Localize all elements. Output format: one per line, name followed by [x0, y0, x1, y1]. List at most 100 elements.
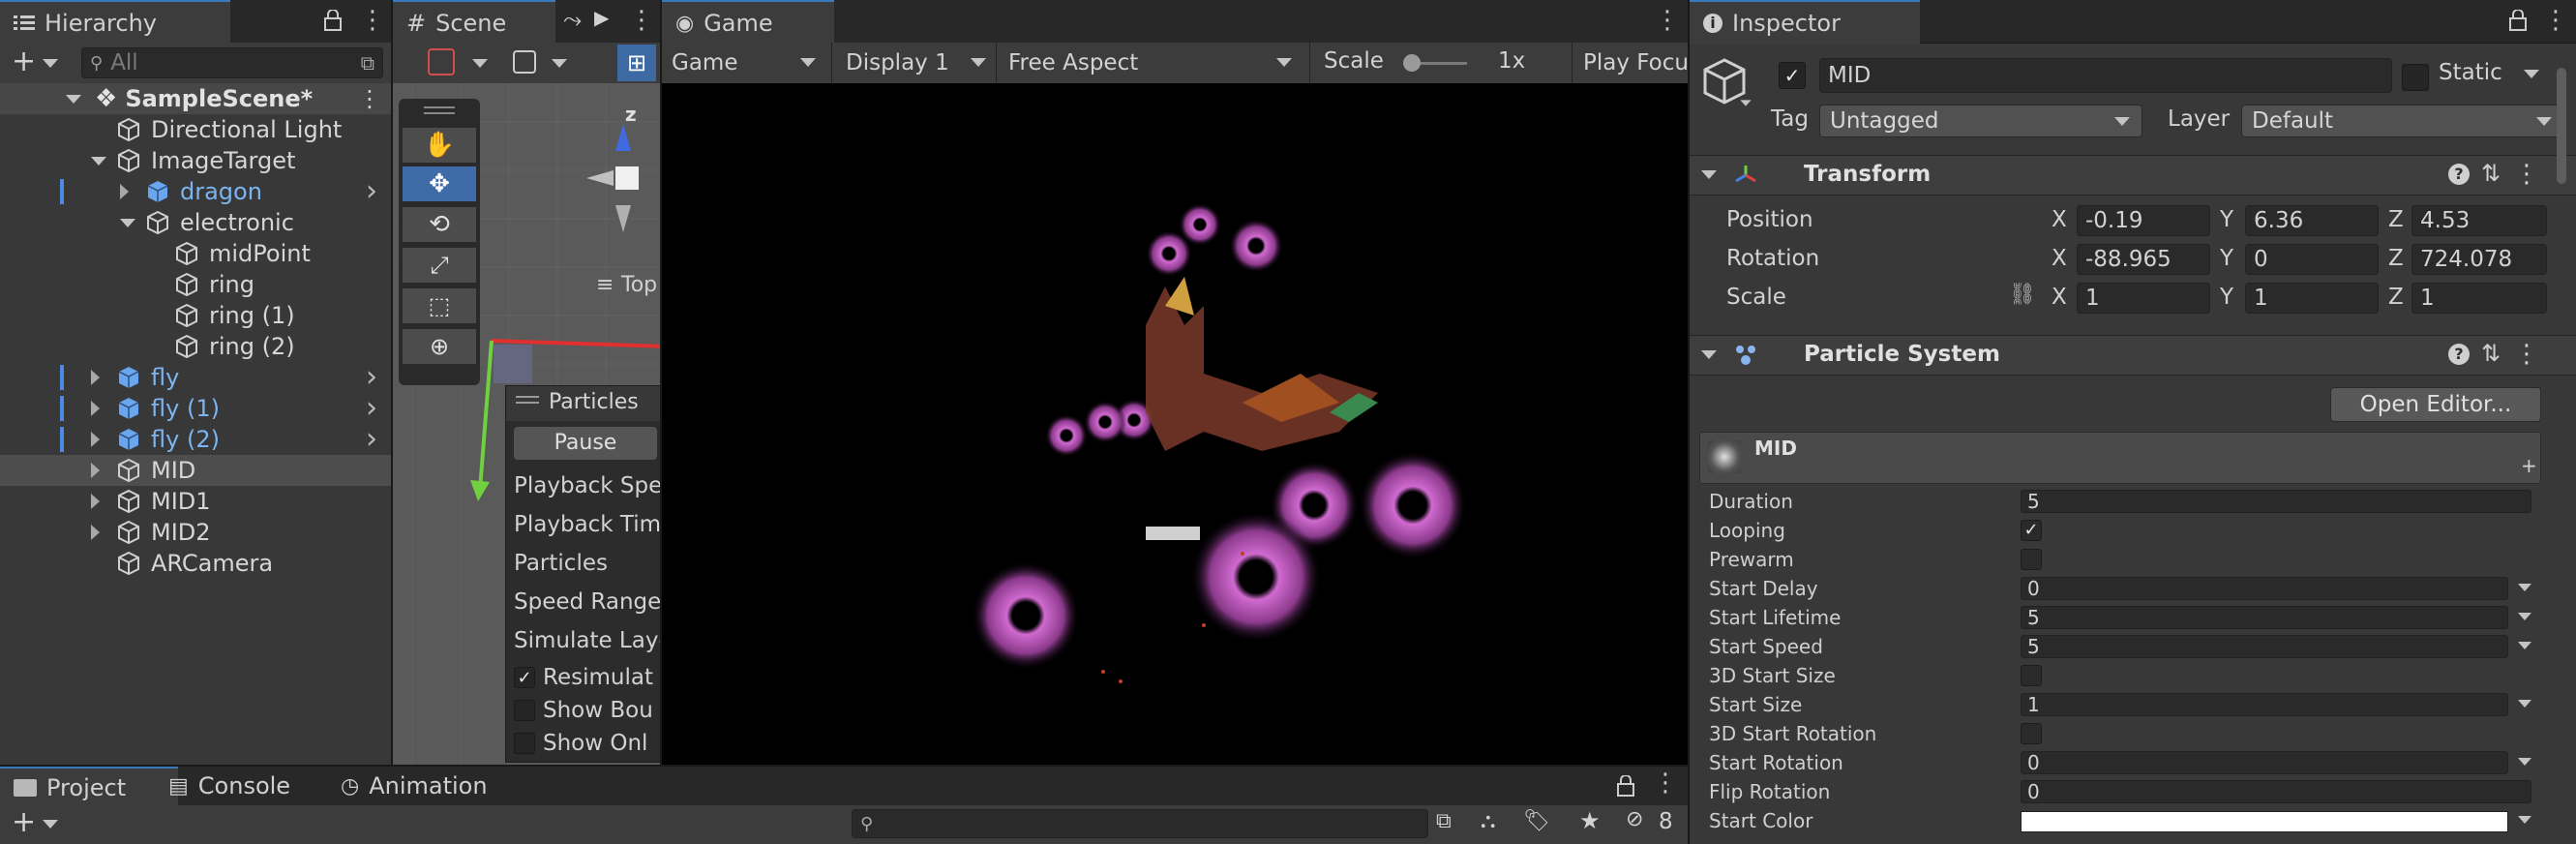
rotation-z-field[interactable]: 724.078	[2411, 244, 2547, 275]
duration-field[interactable]: 5	[2021, 490, 2531, 513]
overlay-header[interactable]: Particles	[506, 386, 660, 421]
grid-snap-icon[interactable]: ⊞	[617, 45, 656, 81]
expand-icon[interactable]	[91, 370, 100, 385]
add-module-icon[interactable]: +	[2521, 454, 2537, 477]
hierarchy-item[interactable]: electronic	[0, 207, 391, 238]
curve-dropdown-icon[interactable]	[2518, 758, 2531, 766]
search-filter-icon[interactable]: ⧉	[361, 51, 374, 75]
tab-project[interactable]: Project	[0, 767, 178, 807]
expand-icon[interactable]	[66, 94, 81, 104]
pause-button[interactable]: Pause	[514, 427, 657, 460]
start-delay-label[interactable]: Start Delay	[1709, 577, 1818, 600]
hierarchy-item[interactable]: fly (1) ›	[0, 391, 391, 425]
start-size-3d-label[interactable]: 3D Start Size	[1709, 664, 1836, 687]
start-lifetime-field[interactable]: 5	[2021, 606, 2508, 629]
project-search[interactable]: ⚲	[852, 809, 1428, 838]
show-only-toggle[interactable]: Show Onl	[514, 731, 647, 756]
game-viewport[interactable]	[662, 83, 1688, 765]
add-button[interactable]: +	[12, 45, 36, 78]
curve-dropdown-icon[interactable]	[2518, 584, 2531, 591]
add-asset-button[interactable]: +	[12, 805, 36, 839]
position-label[interactable]: Position	[1726, 207, 1813, 232]
hidden-packages-icon[interactable]: ⊘	[1626, 807, 1643, 831]
filter-by-label-icon[interactable]: 🏷	[1523, 809, 1550, 833]
chevron-right-icon[interactable]: ›	[366, 422, 377, 456]
scale-slider[interactable]	[1403, 54, 1467, 72]
scale-tool-icon[interactable]: ⤢	[403, 248, 476, 283]
expand-icon[interactable]	[120, 184, 129, 199]
static-dropdown-icon[interactable]	[2524, 70, 2539, 78]
start-rotation-label[interactable]: Start Rotation	[1709, 751, 1843, 774]
scene-menu-icon[interactable]: ⋮	[358, 85, 381, 112]
hierarchy-item[interactable]: MID	[0, 455, 391, 486]
tab-scene[interactable]: # Scene	[393, 0, 555, 45]
scene-viewport[interactable]: ✋ ✥ ⟲ ⤢ ⬚ ⊕ z ≡ Top Particles Pause Play…	[393, 83, 660, 765]
hierarchy-item[interactable]: fly (2) ›	[0, 422, 391, 456]
checkbox[interactable]	[514, 733, 535, 754]
game-menu-icon[interactable]: ⋮	[1655, 6, 1680, 35]
scale-y-field[interactable]: 1	[2245, 283, 2379, 314]
rotate-tool-icon[interactable]: ⟲	[403, 207, 476, 242]
scale-label[interactable]: Scale	[1726, 285, 1786, 310]
checkbox-checked[interactable]: ✓	[514, 667, 535, 688]
component-menu-icon[interactable]: ⋮	[2514, 160, 2539, 189]
axis-gizmo[interactable]: z	[577, 103, 660, 257]
start-color-swatch[interactable]	[2021, 811, 2508, 832]
static-checkbox[interactable]	[2402, 64, 2429, 91]
inspector-scrollbar[interactable]	[2555, 60, 2568, 834]
play-mode-dropdown[interactable]: Play Focuse	[1573, 43, 1688, 83]
active-checkbox[interactable]: ✓	[1779, 62, 1806, 89]
layer-dropdown[interactable]: Default	[2241, 105, 2564, 137]
lock-icon[interactable]	[2508, 10, 2528, 31]
tab-inspector[interactable]: i Inspector	[1690, 0, 1920, 45]
render-mode-icon[interactable]	[513, 50, 536, 74]
aspect-dropdown[interactable]: Free Aspect	[999, 43, 1310, 83]
start-rotation-3d-checkbox[interactable]	[2021, 723, 2042, 744]
flip-rotation-field[interactable]: 0	[2021, 780, 2531, 803]
start-size-3d-checkbox[interactable]	[2021, 665, 2042, 686]
position-y-field[interactable]: 6.36	[2245, 205, 2379, 236]
hierarchy-item[interactable]: ring	[0, 269, 391, 300]
resimulate-toggle[interactable]: ✓ Resimulat	[514, 665, 653, 690]
start-speed-field[interactable]: 5	[2021, 635, 2508, 658]
overlay-row[interactable]: Speed Range	[514, 589, 660, 615]
transform-header[interactable]: Transform ? ⇅ ⋮	[1690, 155, 2576, 196]
help-icon[interactable]: ?	[2448, 344, 2470, 365]
view-menu-icon[interactable]: ≡	[596, 273, 614, 297]
expand-icon[interactable]	[91, 525, 100, 540]
prewarm-checkbox[interactable]	[2021, 549, 2042, 570]
add-asset-dropdown-icon[interactable]	[43, 820, 58, 829]
hierarchy-item[interactable]: MID1	[0, 486, 391, 517]
transform-tool-icon[interactable]: ⊕	[403, 329, 476, 364]
scale-z-field[interactable]: 1	[2411, 283, 2547, 314]
search-by-type-icon[interactable]: ⧉	[1436, 809, 1452, 833]
expand-icon[interactable]	[91, 401, 100, 416]
start-rotation-3d-label[interactable]: 3D Start Rotation	[1709, 722, 1876, 745]
curve-dropdown-icon[interactable]	[2518, 642, 2531, 649]
project-menu-icon[interactable]: ⋮	[1653, 769, 1678, 798]
hierarchy-item[interactable]: MID2	[0, 517, 391, 548]
help-icon[interactable]: ?	[2448, 164, 2470, 185]
tab-console[interactable]: ▤ Console	[155, 767, 304, 805]
constrain-proportions-icon[interactable]: ⛓	[2009, 283, 2036, 307]
start-size-label[interactable]: Start Size	[1709, 693, 1802, 716]
start-rotation-field[interactable]: 0	[2021, 751, 2508, 774]
curve-dropdown-icon[interactable]	[2518, 613, 2531, 620]
chevron-right-icon[interactable]: ›	[366, 391, 377, 425]
scale-x-field[interactable]: 1	[2077, 283, 2210, 314]
collapse-icon[interactable]	[1701, 350, 1717, 359]
collapse-icon[interactable]	[91, 157, 106, 166]
presets-icon[interactable]: ⇅	[2481, 160, 2501, 187]
hierarchy-item[interactable]: midPoint	[0, 238, 391, 269]
rect-tool-icon[interactable]: ⬚	[403, 288, 476, 323]
expand-icon[interactable]	[91, 494, 100, 509]
icon-dropdown-icon[interactable]	[1740, 100, 1752, 106]
hierarchy-item[interactable]: dragon ›	[0, 174, 391, 208]
position-x-field[interactable]: -0.19	[2077, 205, 2210, 236]
hierarchy-item[interactable]: ring (1)	[0, 300, 391, 331]
particle-system-header[interactable]: Particle System ? ⇅ ⋮	[1690, 335, 2576, 376]
expand-icon[interactable]	[91, 432, 100, 447]
scrollbar-thumb[interactable]	[2557, 68, 2566, 184]
collapse-icon[interactable]	[120, 219, 135, 227]
hierarchy-item[interactable]: Directional Light	[0, 114, 391, 145]
